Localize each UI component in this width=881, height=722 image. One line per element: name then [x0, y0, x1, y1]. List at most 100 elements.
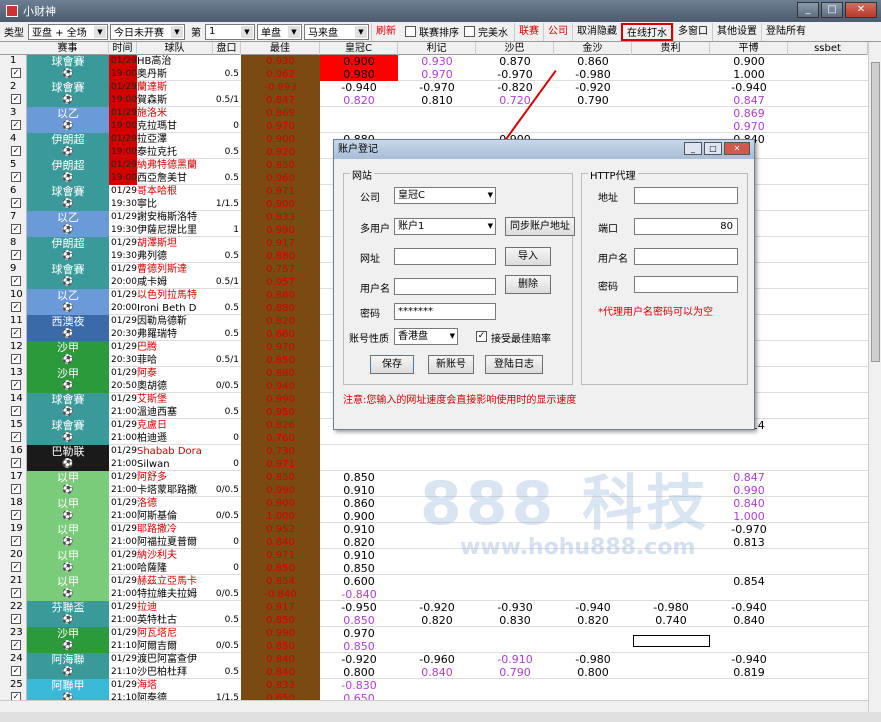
proxy-username-input[interactable] — [634, 248, 738, 265]
odds-cell[interactable] — [710, 445, 788, 471]
league-cell[interactable]: 伊朗超 ⚽ — [27, 133, 109, 159]
row-checkbox[interactable]: ✓ — [11, 588, 21, 598]
league-cell[interactable]: 伊朗超 ⚽ — [27, 159, 109, 185]
table-row[interactable]: 18 ✓ 以甲 ⚽ 01/29 21:00 洛德 阿斯基倫 0/0.5 0.900 1.000 0.… — [0, 497, 868, 523]
cancel-hide-button[interactable]: 取消隐藏 — [572, 22, 621, 41]
odds-cell[interactable]: -0.970 0.810 — [398, 81, 476, 107]
odds-cell[interactable] — [554, 471, 632, 497]
teams-cell[interactable]: 曹德列斯達 咸卡姆 — [137, 263, 213, 289]
table-row[interactable]: 3 ✓ 以乙 ⚽ 01/29 19:00 施洛米 克拉瑪甘 0 0.869 0.970 0.869 0… — [0, 107, 868, 133]
odds-cell[interactable]: -0.930 0.830 — [476, 601, 554, 627]
odds-cell[interactable] — [554, 107, 632, 133]
row-checkbox[interactable]: ✓ — [11, 562, 21, 572]
odds-cell[interactable] — [554, 497, 632, 523]
odds-cell[interactable]: 0.860 0.900 — [320, 497, 398, 523]
close-button[interactable]: ✕ — [845, 2, 877, 18]
col-best[interactable]: 最佳 — [241, 42, 320, 55]
odds-cell[interactable] — [632, 653, 710, 679]
odds-cell[interactable] — [632, 523, 710, 549]
odds-cell[interactable] — [398, 575, 476, 601]
col-liji[interactable]: 利记 — [398, 42, 476, 55]
table-row[interactable]: 17 ✓ 以甲 ⚽ 01/29 21:00 阿舒多 卡塔蒙耶路撒 0/0.5 0.850 0.99… — [0, 471, 868, 497]
odds-cell[interactable]: 0.600 -0.840 — [320, 575, 398, 601]
scroll-thumb[interactable] — [871, 62, 880, 362]
league-cell[interactable]: 以甲 ⚽ — [27, 523, 109, 549]
company-select[interactable]: 皇冠C ▼ — [394, 187, 496, 204]
row-checkbox[interactable]: ✓ — [11, 302, 21, 312]
username-input[interactable] — [394, 278, 496, 295]
odds-cell[interactable]: 0.854 — [710, 575, 788, 601]
table-row[interactable]: 16 ✓ 巴勒联 ⚽ 01/29 21:00 Shabab Dora Silwan 0 0.73… — [0, 445, 868, 471]
teams-cell[interactable]: 因勒烏德靳 弗羅瑞特 — [137, 315, 213, 341]
league-cell[interactable]: 沙甲 ⚽ — [27, 367, 109, 393]
sync-address-button[interactable]: 同步账户地址 — [505, 217, 575, 236]
table-row[interactable]: 24 ✓ 阿海聯 ⚽ 01/29 21:10 渡巴阿富查伊 沙巴柏杜拜 0.5 0.840 0.8… — [0, 653, 868, 679]
league-cell[interactable]: 阿聯甲 ⚽ — [27, 679, 109, 700]
teams-cell[interactable]: 胡澤斯坦 弗列德 — [137, 237, 213, 263]
odds-cell[interactable]: -0.920 0.790 — [554, 81, 632, 107]
odds-cell[interactable]: -0.980 0.800 — [554, 653, 632, 679]
page-select[interactable]: 1 ▼ — [205, 23, 255, 40]
odds-cell[interactable] — [476, 679, 554, 700]
row-checkbox[interactable]: ✓ — [11, 510, 21, 520]
odds-cell[interactable]: -0.940 0.847 — [710, 81, 788, 107]
odds-cell[interactable]: 0.860 -0.980 — [554, 55, 632, 81]
teams-cell[interactable]: 蘭達斯 賀森斯 — [137, 81, 213, 107]
odds-cell[interactable]: -0.940 0.820 — [320, 81, 398, 107]
odds-cell[interactable] — [632, 575, 710, 601]
row-checkbox[interactable]: ✓ — [11, 250, 21, 260]
accept-best-checkbox[interactable]: ✓ — [476, 331, 487, 342]
dialog-maximize-button[interactable]: □ — [704, 142, 722, 155]
teams-cell[interactable]: 阿瓦塔尼 阿爾吉爾 — [137, 627, 213, 653]
league-cell[interactable]: 阿海聯 ⚽ — [27, 653, 109, 679]
row-checkbox[interactable]: ✓ — [11, 328, 21, 338]
row-checkbox[interactable]: ✓ — [11, 120, 21, 130]
teams-cell[interactable]: 赫茲立亞馬卡 特拉維夫拉姆 — [137, 575, 213, 601]
col-guili[interactable]: 贵利 — [632, 42, 710, 55]
odds-cell[interactable]: 0.847 0.990 — [710, 471, 788, 497]
col-handicap[interactable]: 盘口 — [213, 42, 241, 55]
odds-cell[interactable] — [398, 497, 476, 523]
odds-cell[interactable] — [476, 627, 554, 653]
odds-cell[interactable] — [632, 55, 710, 81]
teams-cell[interactable]: 以色列拉馬特 Ironi Beth D — [137, 289, 213, 315]
teams-cell[interactable]: 洛德 阿斯基倫 — [137, 497, 213, 523]
account-type-select[interactable]: 香港盘 ▼ — [394, 328, 458, 345]
maximize-button[interactable]: □ — [821, 2, 843, 18]
proxy-address-input[interactable] — [634, 187, 738, 204]
odds-cell[interactable] — [632, 679, 710, 700]
odds-cell[interactable] — [398, 523, 476, 549]
teams-cell[interactable]: 阿泰 奧胡德 — [137, 367, 213, 393]
odds-cell[interactable]: 0.840 1.000 — [710, 497, 788, 523]
odds-cell[interactable] — [554, 549, 632, 575]
teams-cell[interactable]: 納沙利夫 哈薩隆 — [137, 549, 213, 575]
proxy-port-input[interactable]: 80 — [634, 218, 738, 235]
teams-cell[interactable]: 阿舒多 卡塔蒙耶路撒 — [137, 471, 213, 497]
odds-cell[interactable]: 0.910 0.820 — [320, 523, 398, 549]
row-checkbox[interactable]: ✓ — [11, 146, 21, 156]
row-checkbox[interactable]: ✓ — [11, 406, 21, 416]
odds-cell[interactable] — [398, 107, 476, 133]
delete-button[interactable]: 删除 — [505, 275, 551, 294]
odds-cell[interactable] — [632, 445, 710, 471]
col-ssbet[interactable]: ssbet — [788, 42, 868, 55]
online-water-button[interactable]: 在线打水 — [621, 22, 673, 41]
row-checkbox[interactable]: ✓ — [11, 458, 21, 468]
multi-user-select[interactable]: 账户1 ▼ — [394, 218, 496, 235]
other-settings-button[interactable]: 其他设置 — [712, 22, 761, 41]
horizontal-scrollbar[interactable] — [0, 700, 868, 712]
row-checkbox[interactable]: ✓ — [11, 94, 21, 104]
odds-cell[interactable]: -0.920 0.820 — [398, 601, 476, 627]
row-checkbox[interactable]: ✓ — [11, 354, 21, 364]
league-cell[interactable]: 球會賽 ⚽ — [27, 419, 109, 445]
teams-cell[interactable]: 拉亞澤 泰拉克托 — [137, 133, 213, 159]
teams-cell[interactable]: 拉迪 英特杜古 — [137, 601, 213, 627]
odds-cell[interactable]: -0.940 0.840 — [710, 601, 788, 627]
row-checkbox[interactable]: ✓ — [11, 536, 21, 546]
multi-window-button[interactable]: 多窗口 — [673, 22, 712, 41]
teams-cell[interactable]: 巴腾 菲哈 — [137, 341, 213, 367]
dialog-close-button[interactable]: ✕ — [724, 142, 750, 155]
odds-cell[interactable] — [320, 107, 398, 133]
league-cell[interactable]: 芬聯盃 ⚽ — [27, 601, 109, 627]
refresh-button[interactable]: 刷新 — [371, 22, 400, 41]
